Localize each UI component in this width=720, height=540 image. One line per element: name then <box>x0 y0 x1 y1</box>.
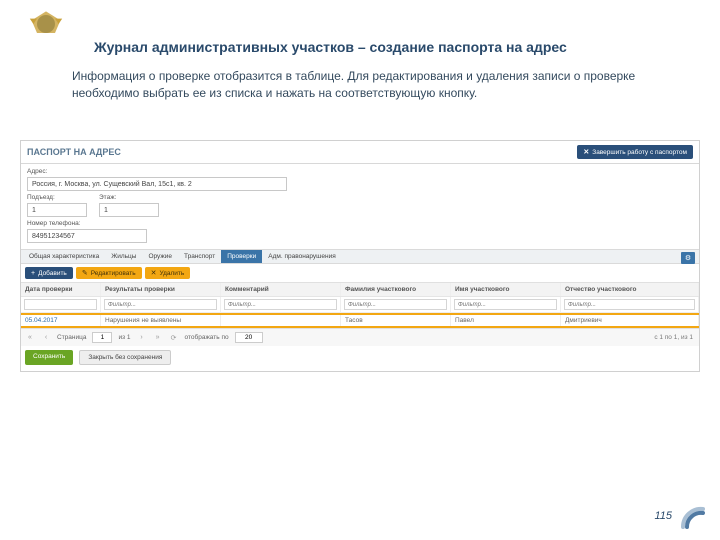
page-of: из 1 <box>118 334 130 341</box>
edit-label: Редактировать <box>91 270 136 277</box>
entrance-label: Подъезд: <box>27 194 87 201</box>
filter-date[interactable] <box>24 299 97 310</box>
finish-passport-label: Завершить работу с паспортом <box>592 149 687 156</box>
close-without-save-button[interactable]: Закрыть без сохранения <box>79 350 171 365</box>
cell-date: 05.04.2017 <box>21 315 101 326</box>
finish-passport-button[interactable]: ✕ Завершить работу с паспортом <box>577 145 693 159</box>
gear-icon[interactable]: ⚙ <box>681 252 695 264</box>
footer-buttons: Сохранить Закрыть без сохранения <box>21 346 699 371</box>
arc-decor-icon <box>678 502 708 532</box>
refresh-icon[interactable]: ⟳ <box>169 333 179 343</box>
show-label: отображать по <box>185 334 229 341</box>
col-first[interactable]: Имя участкового <box>451 283 561 296</box>
col-middle[interactable]: Отчество участкового <box>561 283 699 296</box>
delete-button[interactable]: ✕ Удалить <box>145 267 191 279</box>
next-page-button[interactable]: › <box>137 333 147 343</box>
tab-general[interactable]: Общая характеристика <box>23 250 105 263</box>
grid-header: Дата проверки Результаты проверки Коммен… <box>21 283 699 297</box>
page-number: 115 <box>654 510 672 522</box>
filter-result[interactable] <box>104 299 217 310</box>
save-button[interactable]: Сохранить <box>25 350 73 365</box>
page-label: Страница <box>57 334 86 341</box>
close-icon: ✕ <box>583 148 589 156</box>
floor-input[interactable]: 1 <box>99 203 159 217</box>
grid-filter-row <box>21 297 699 313</box>
address-label: Адрес: <box>27 168 693 175</box>
per-page-select[interactable] <box>235 332 263 343</box>
app-window: ПАСПОРТ НА АДРЕС ✕ Завершить работу с па… <box>20 140 700 372</box>
pencil-icon: ✎ <box>82 269 88 277</box>
form-area: Адрес: Россия, г. Москва, ул. Сущевский … <box>21 164 699 249</box>
tab-weapons[interactable]: Оружие <box>142 250 178 263</box>
tab-bar: Общая характеристика Жильцы Оружие Транс… <box>21 249 699 264</box>
filter-last[interactable] <box>344 299 447 310</box>
app-header: ПАСПОРТ НА АДРЕС ✕ Завершить работу с па… <box>21 141 699 164</box>
emblem-icon <box>28 6 64 42</box>
cell-first: Павел <box>451 315 561 326</box>
plus-icon: + <box>31 270 35 277</box>
edit-button[interactable]: ✎ Редактировать <box>76 267 142 279</box>
first-page-button[interactable]: « <box>25 333 35 343</box>
phone-input[interactable]: 84951234567 <box>27 229 147 243</box>
grid-toolbar: + Добавить ✎ Редактировать ✕ Удалить <box>21 264 699 283</box>
pager-status: с 1 по 1, из 1 <box>654 334 693 341</box>
floor-label: Этаж: <box>99 194 159 201</box>
col-result[interactable]: Результаты проверки <box>101 283 221 296</box>
filter-middle[interactable] <box>564 299 695 310</box>
tab-transport[interactable]: Транспорт <box>178 250 221 263</box>
entrance-input[interactable]: 1 <box>27 203 87 217</box>
add-button[interactable]: + Добавить <box>25 267 73 279</box>
phone-label: Номер телефона: <box>27 220 693 227</box>
col-date[interactable]: Дата проверки <box>21 283 101 296</box>
cell-result: Нарушения не выявлены <box>101 315 221 326</box>
add-label: Добавить <box>38 270 67 277</box>
col-comment[interactable]: Комментарий <box>221 283 341 296</box>
tab-violations[interactable]: Адм. правонарушения <box>262 250 342 263</box>
address-input[interactable]: Россия, г. Москва, ул. Сущевский Вал, 15… <box>27 177 287 191</box>
table-row[interactable]: 05.04.2017 Нарушения не выявлены Тасов П… <box>21 313 699 328</box>
prev-page-button[interactable]: ‹ <box>41 333 51 343</box>
slide-title: Журнал административных участков – созда… <box>94 38 690 56</box>
trash-icon: ✕ <box>151 269 157 277</box>
filter-comment[interactable] <box>224 299 337 310</box>
tab-residents[interactable]: Жильцы <box>105 250 142 263</box>
filter-first[interactable] <box>454 299 557 310</box>
col-last[interactable]: Фамилия участкового <box>341 283 451 296</box>
delete-label: Удалить <box>159 270 184 277</box>
cell-last: Тасов <box>341 315 451 326</box>
passport-title: ПАСПОРТ НА АДРЕС <box>27 147 121 157</box>
last-page-button[interactable]: » <box>153 333 163 343</box>
page-input[interactable] <box>92 332 112 343</box>
slide-description: Информация о проверке отобразится в табл… <box>72 68 680 102</box>
tab-checks[interactable]: Проверки <box>221 250 262 263</box>
cell-middle: Дмитриевич <box>561 315 699 326</box>
cell-comment <box>221 315 341 326</box>
pager: « ‹ Страница из 1 › » ⟳ отображать по с … <box>21 328 699 346</box>
